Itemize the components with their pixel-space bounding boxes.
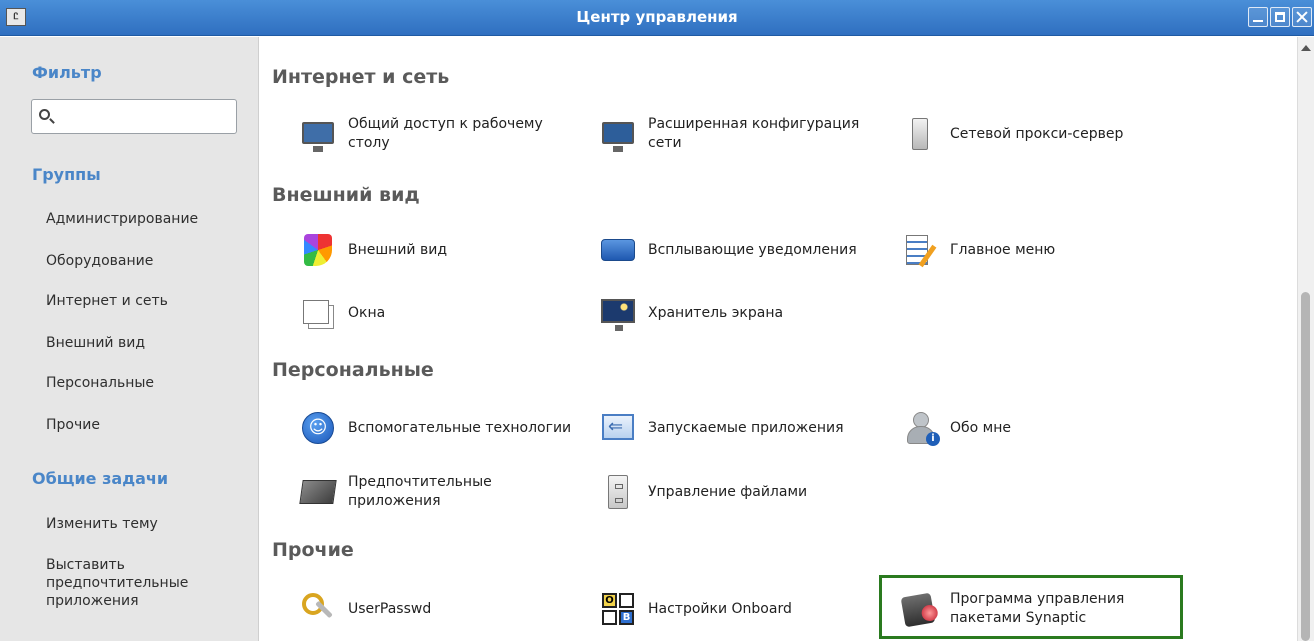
vertical-scrollbar[interactable] xyxy=(1297,37,1314,641)
preferred-apps-icon xyxy=(299,474,337,510)
group-item-personal[interactable]: Персональные xyxy=(46,375,154,391)
task-change-theme[interactable]: Изменить тему xyxy=(46,516,158,532)
applets-panel: Интернет и сеть Общий доступ к рабочему … xyxy=(260,37,1297,641)
accessibility-icon xyxy=(300,410,336,446)
task-preferred-apps[interactable]: Выставить предпочтительные приложения xyxy=(46,556,246,610)
groups-heading: Группы xyxy=(32,165,101,184)
applet-label: Обо мне xyxy=(950,419,1011,436)
applet-label: Настройки Onboard xyxy=(648,600,792,617)
title-bar[interactable]: Ꮭ Центр управления xyxy=(0,0,1314,36)
applet-main-menu[interactable]: Главное меню xyxy=(902,227,1192,273)
applet-label: Запускаемые приложения xyxy=(648,419,844,436)
synaptic-icon xyxy=(900,591,938,628)
screensaver-icon xyxy=(600,295,636,331)
proxy-server-icon xyxy=(902,116,938,152)
about-me-icon: i xyxy=(902,410,940,446)
scroll-up-arrow-icon[interactable] xyxy=(1301,45,1311,51)
applet-label: Программа управления пакетами Synaptic xyxy=(950,591,1125,626)
applet-accessibility[interactable]: Вспомогательные технологии xyxy=(300,405,590,451)
applet-label: Сетевой прокси-сервер xyxy=(950,125,1124,142)
applet-label: UserPasswd xyxy=(348,600,432,617)
scroll-thumb[interactable] xyxy=(1301,292,1310,641)
file-management-icon xyxy=(600,474,636,510)
applet-synaptic[interactable]: Программа управления пакетами Synaptic xyxy=(900,586,1192,632)
group-item-internet[interactable]: Интернет и сеть xyxy=(46,293,168,309)
onboard-keyboard-icon: O B xyxy=(600,591,636,627)
applet-label: Главное меню xyxy=(950,241,1056,258)
keys-icon xyxy=(300,591,336,627)
onboard-key xyxy=(602,610,617,625)
applet-userpasswd[interactable]: UserPasswd xyxy=(300,586,590,632)
applet-screensaver[interactable]: Хранитель экрана xyxy=(600,290,890,336)
category-heading-appearance: Внешний вид xyxy=(272,184,420,206)
main-menu-icon xyxy=(902,232,938,268)
applet-remote-desktop[interactable]: Общий доступ к рабочему столу xyxy=(300,111,590,157)
applet-file-management[interactable]: Управление файлами xyxy=(600,469,890,515)
search-box[interactable] xyxy=(31,99,237,134)
appearance-icon xyxy=(300,232,336,268)
applet-label: Окна xyxy=(348,304,386,321)
category-heading-personal: Персональные xyxy=(272,359,434,381)
applet-proxy-server[interactable]: Сетевой прокси-сервер xyxy=(902,111,1192,157)
tasks-heading: Общие задачи xyxy=(32,469,169,488)
applet-about-me[interactable]: i Обо мне xyxy=(902,405,1192,451)
remote-desktop-icon xyxy=(300,116,336,152)
applet-label: Управление файлами xyxy=(648,483,808,500)
search-icon xyxy=(39,109,50,120)
applet-label: Всплывающие уведомления xyxy=(648,241,857,258)
applet-label: Хранитель экрана xyxy=(648,304,784,321)
applet-label: Вспомогательные технологии xyxy=(348,419,572,436)
applet-notifications[interactable]: Всплывающие уведомления xyxy=(600,227,890,273)
maximize-button[interactable] xyxy=(1270,7,1290,27)
applet-network-config[interactable]: Расширенная конфигурация сети xyxy=(600,111,890,157)
notification-icon xyxy=(600,232,636,268)
startup-apps-icon xyxy=(600,410,636,446)
applet-preferred-apps[interactable]: Предпочтительные приложения xyxy=(299,469,590,515)
applet-label: Расширенная конфигурация сети xyxy=(648,116,860,151)
applet-appearance[interactable]: Внешний вид xyxy=(300,227,590,273)
category-heading-internet: Интернет и сеть xyxy=(272,66,450,88)
group-item-appearance[interactable]: Внешний вид xyxy=(46,335,145,351)
group-item-hardware[interactable]: Оборудование xyxy=(46,253,153,269)
search-input[interactable] xyxy=(58,105,230,128)
filter-heading: Фильтр xyxy=(32,63,102,82)
applet-label: Внешний вид xyxy=(348,241,448,258)
onboard-key: O xyxy=(602,593,617,608)
windows-icon xyxy=(300,295,336,331)
sidebar: Фильтр Группы Администрирование Оборудов… xyxy=(0,37,259,641)
onboard-key xyxy=(619,593,634,608)
onboard-key: B xyxy=(619,610,634,625)
group-item-other[interactable]: Прочие xyxy=(46,417,100,433)
category-heading-other: Прочие xyxy=(272,539,354,561)
minimize-button[interactable] xyxy=(1248,7,1268,27)
group-item-administration[interactable]: Администрирование xyxy=(46,211,198,227)
network-config-icon xyxy=(600,116,636,152)
applet-onboard[interactable]: O B Настройки Onboard xyxy=(600,586,890,632)
applet-windows[interactable]: Окна xyxy=(300,290,590,336)
close-button[interactable] xyxy=(1292,7,1312,27)
applet-label: Предпочтительные приложения xyxy=(348,474,492,509)
window-title: Центр управления xyxy=(576,8,738,26)
applet-label: Общий доступ к рабочему столу xyxy=(348,116,543,151)
applet-startup-apps[interactable]: Запускаемые приложения xyxy=(600,405,890,451)
